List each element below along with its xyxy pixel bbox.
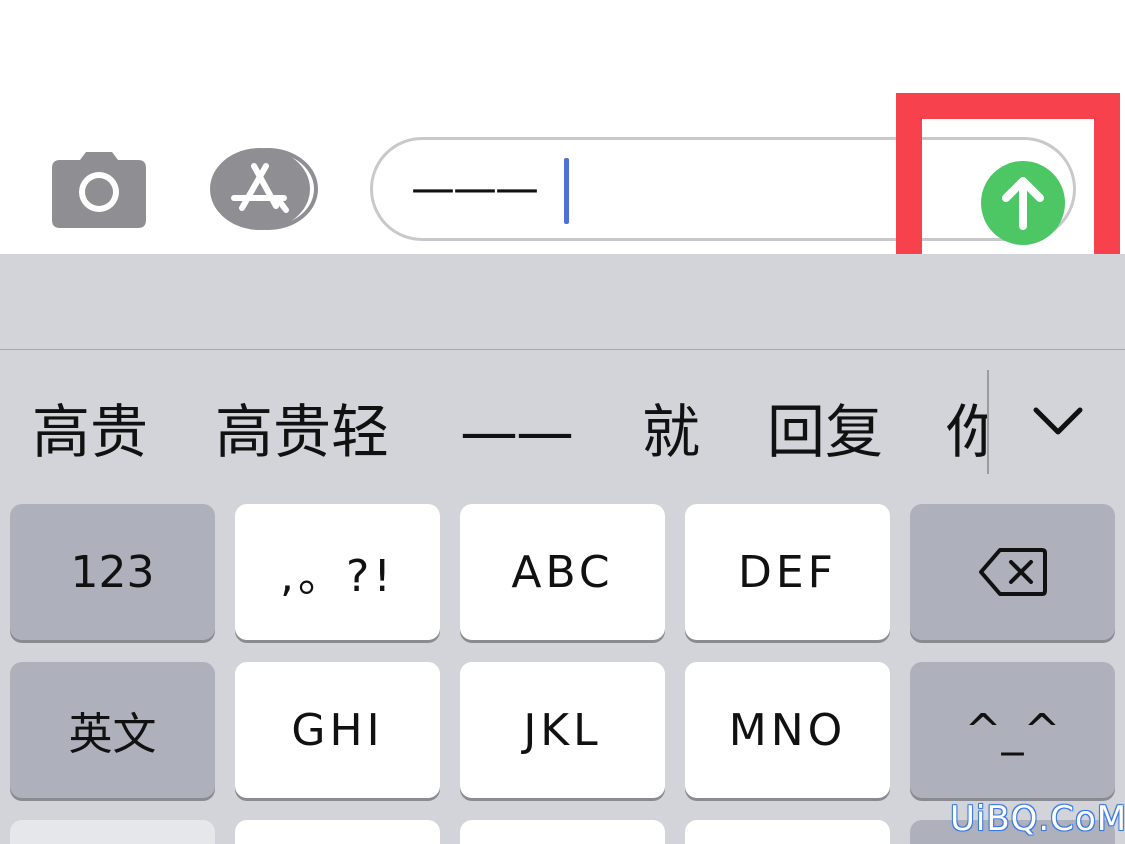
key-label: MNO: [728, 704, 847, 756]
camera-button[interactable]: [52, 150, 146, 228]
arrow-up-circle-icon: [981, 161, 1065, 245]
app-store-icon: [210, 148, 318, 230]
key-label: DEF: [738, 546, 837, 598]
keyboard-key[interactable]: [235, 820, 440, 844]
delete-key[interactable]: [910, 504, 1115, 640]
messages-screen: ——— 高贵 高贵轻 —— 就 回复 你 123 ,。?! ABC DEF 英文…: [0, 0, 1125, 844]
keyboard-separator: [0, 349, 1125, 350]
send-button[interactable]: [980, 160, 1066, 246]
def-key[interactable]: DEF: [685, 504, 890, 640]
candidate-word[interactable]: 你: [946, 392, 987, 472]
emoticon-key[interactable]: ^_^: [910, 662, 1115, 798]
candidate-divider: [987, 370, 989, 474]
message-input[interactable]: ———: [370, 137, 1076, 241]
candidate-word[interactable]: 高贵: [32, 392, 148, 472]
key-label: ABC: [511, 546, 614, 598]
keyboard-key[interactable]: [685, 820, 890, 844]
camera-icon: [52, 152, 146, 228]
text-cursor: [564, 158, 569, 224]
key-label: 英文: [68, 709, 157, 760]
key-label: ^_^: [964, 704, 1061, 756]
jkl-key[interactable]: JKL: [460, 662, 665, 798]
candidate-word[interactable]: ——: [460, 392, 574, 472]
candidate-word[interactable]: 回复: [767, 392, 883, 472]
mno-key[interactable]: MNO: [685, 662, 890, 798]
key-label: 123: [70, 546, 155, 598]
numbers-key[interactable]: 123: [10, 504, 215, 640]
abc-key[interactable]: ABC: [460, 504, 665, 640]
key-label: JKL: [523, 704, 602, 756]
punctuation-key[interactable]: ,。?!: [235, 504, 440, 640]
app-store-button[interactable]: [210, 148, 320, 230]
keyboard-key[interactable]: [10, 820, 215, 844]
candidate-word[interactable]: 高贵轻: [215, 392, 389, 472]
english-key[interactable]: 英文: [10, 662, 215, 798]
message-text: ———: [411, 163, 539, 214]
keyboard-key[interactable]: [460, 820, 665, 844]
candidate-word[interactable]: 就: [642, 392, 700, 472]
chinese-keyboard: 高贵 高贵轻 —— 就 回复 你 123 ,。?! ABC DEF 英文 GHI…: [0, 254, 1125, 844]
key-label: GHI: [291, 704, 384, 756]
keyboard-key[interactable]: [910, 820, 1115, 844]
ghi-key[interactable]: GHI: [235, 662, 440, 798]
chevron-down-icon: [1033, 407, 1083, 435]
key-label: ,。?!: [280, 551, 395, 602]
expand-candidates-button[interactable]: [1030, 402, 1086, 442]
compose-bar: ———: [0, 0, 1125, 282]
delete-backspace-icon: [978, 548, 1047, 596]
